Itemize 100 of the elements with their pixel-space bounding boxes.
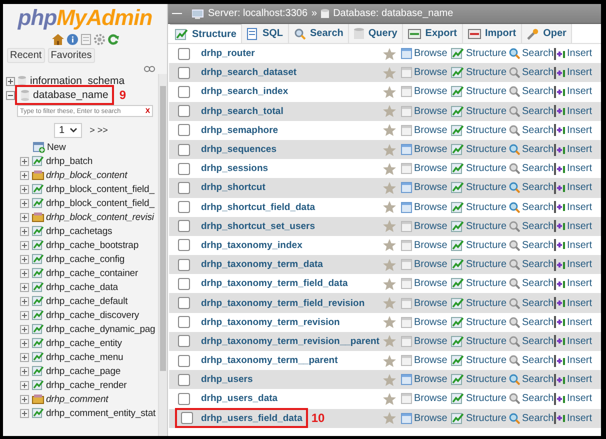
insert-icon[interactable] [554, 239, 565, 252]
star-icon[interactable] [383, 66, 396, 79]
action-link[interactable]: Search [522, 86, 554, 98]
insert-icon[interactable] [554, 258, 565, 271]
search-icon[interactable] [509, 220, 520, 232]
star-icon[interactable] [383, 86, 396, 98]
table-icon[interactable] [401, 86, 412, 98]
table-link[interactable]: drhp_cachetags [46, 226, 112, 236]
row-checkbox[interactable] [178, 258, 190, 271]
row-checkbox[interactable] [178, 201, 190, 214]
action-link[interactable]: Search [522, 278, 554, 290]
action-link[interactable]: Structure [466, 316, 507, 328]
action-link[interactable]: Browse [414, 106, 448, 117]
action-link[interactable]: Search [522, 220, 554, 232]
action-link[interactable]: Structure [466, 67, 507, 78]
star-icon[interactable] [383, 392, 396, 405]
search-icon[interactable] [509, 374, 520, 386]
tab[interactable]: Structure [170, 24, 242, 43]
database-link[interactable]: database_name [33, 89, 108, 101]
pagination-link[interactable]: > >> [90, 125, 108, 135]
expander-icon[interactable] [20, 352, 29, 362]
chart-icon[interactable] [451, 393, 464, 404]
insert-icon[interactable] [554, 48, 565, 60]
search-icon[interactable] [509, 182, 520, 194]
row-checkbox[interactable] [178, 162, 190, 175]
table-link[interactable]: drhp_cache_config [46, 254, 125, 264]
search-icon[interactable] [509, 393, 520, 404]
action-link[interactable]: Search [522, 182, 554, 194]
search-icon[interactable] [509, 106, 520, 117]
table-name-link[interactable]: drhp_search_index [201, 86, 288, 98]
action-link[interactable]: Insert [567, 316, 592, 328]
insert-icon[interactable] [554, 201, 565, 214]
action-link[interactable]: Browse [414, 336, 448, 347]
action-link[interactable]: Insert [567, 298, 592, 309]
table-link[interactable]: drhp_block_content [46, 170, 128, 180]
table-icon[interactable] [401, 412, 412, 424]
action-link[interactable]: Structure [466, 278, 507, 290]
action-link[interactable]: Insert [567, 336, 592, 347]
insert-icon[interactable] [554, 374, 565, 386]
row-checkbox[interactable] [181, 412, 193, 424]
star-icon[interactable] [383, 220, 396, 232]
star-icon[interactable] [383, 412, 396, 424]
star-icon[interactable] [383, 335, 396, 348]
chart-icon[interactable] [451, 259, 464, 270]
table-name-link[interactable]: drhp_shortcut_set_users [201, 220, 316, 232]
chart-icon[interactable] [451, 124, 464, 136]
table-link[interactable]: drhp_cache_menu [46, 352, 124, 362]
search-icon[interactable] [509, 86, 520, 98]
action-link[interactable]: Search [522, 316, 554, 328]
action-link[interactable]: Search [522, 259, 554, 270]
table-link[interactable]: drhp_batch [46, 156, 93, 166]
table-link[interactable]: drhp_cache_dynamic_pag [46, 324, 156, 334]
chart-icon[interactable] [451, 374, 464, 386]
star-icon[interactable] [383, 105, 396, 118]
document-icon[interactable] [80, 34, 90, 45]
action-link[interactable]: Structure [466, 163, 507, 174]
table-name-link[interactable]: drhp_router [201, 48, 255, 60]
chart-icon[interactable] [451, 355, 464, 366]
row-checkbox[interactable] [178, 220, 190, 232]
action-link[interactable]: Search [522, 124, 554, 136]
row-checkbox[interactable] [178, 124, 190, 136]
chart-icon[interactable] [451, 278, 464, 290]
reload-icon[interactable] [108, 34, 118, 45]
action-link[interactable]: Search [522, 298, 554, 309]
chart-icon[interactable] [451, 316, 464, 328]
table-link[interactable]: drhp_cache_container [46, 268, 138, 278]
action-link[interactable]: Browse [414, 298, 448, 309]
table-icon[interactable] [401, 278, 412, 290]
search-icon[interactable] [509, 240, 520, 251]
action-link[interactable]: Insert [567, 259, 592, 270]
table-icon[interactable] [401, 316, 412, 328]
search-icon[interactable] [509, 278, 520, 290]
table-name-link[interactable]: drhp_taxonomy_term_field_revision [201, 298, 365, 309]
insert-icon[interactable] [554, 124, 565, 136]
table-icon[interactable] [401, 240, 412, 251]
action-link[interactable]: Browse [414, 220, 448, 232]
expander-icon[interactable] [20, 268, 29, 278]
table-icon[interactable] [401, 374, 412, 386]
table-name-link[interactable]: drhp_taxonomy_term_field_data [201, 278, 348, 290]
expander-icon[interactable] [20, 380, 29, 390]
action-link[interactable]: Browse [414, 240, 448, 251]
search-icon[interactable] [509, 316, 520, 328]
expander-icon[interactable] [6, 90, 15, 100]
action-link[interactable]: Structure [466, 48, 507, 60]
table-name-link[interactable]: drhp_users_field_data [201, 412, 302, 424]
table-link[interactable]: drhp_cache_default [46, 296, 128, 306]
action-link[interactable]: Search [522, 48, 554, 60]
table-icon[interactable] [401, 393, 412, 404]
action-link[interactable]: Search [522, 355, 554, 366]
row-checkbox[interactable] [178, 297, 190, 310]
insert-icon[interactable] [554, 354, 565, 367]
table-name-link[interactable]: drhp_taxonomy_term_revision [201, 316, 340, 328]
table-name-link[interactable]: drhp_semaphore [201, 124, 278, 136]
search-icon[interactable] [509, 48, 520, 60]
action-link[interactable]: Structure [466, 412, 507, 424]
action-link[interactable]: Insert [567, 374, 592, 386]
chart-icon[interactable] [451, 298, 464, 309]
link-icon[interactable] [144, 66, 155, 72]
expander-icon[interactable] [20, 156, 29, 166]
chart-icon[interactable] [451, 336, 464, 347]
